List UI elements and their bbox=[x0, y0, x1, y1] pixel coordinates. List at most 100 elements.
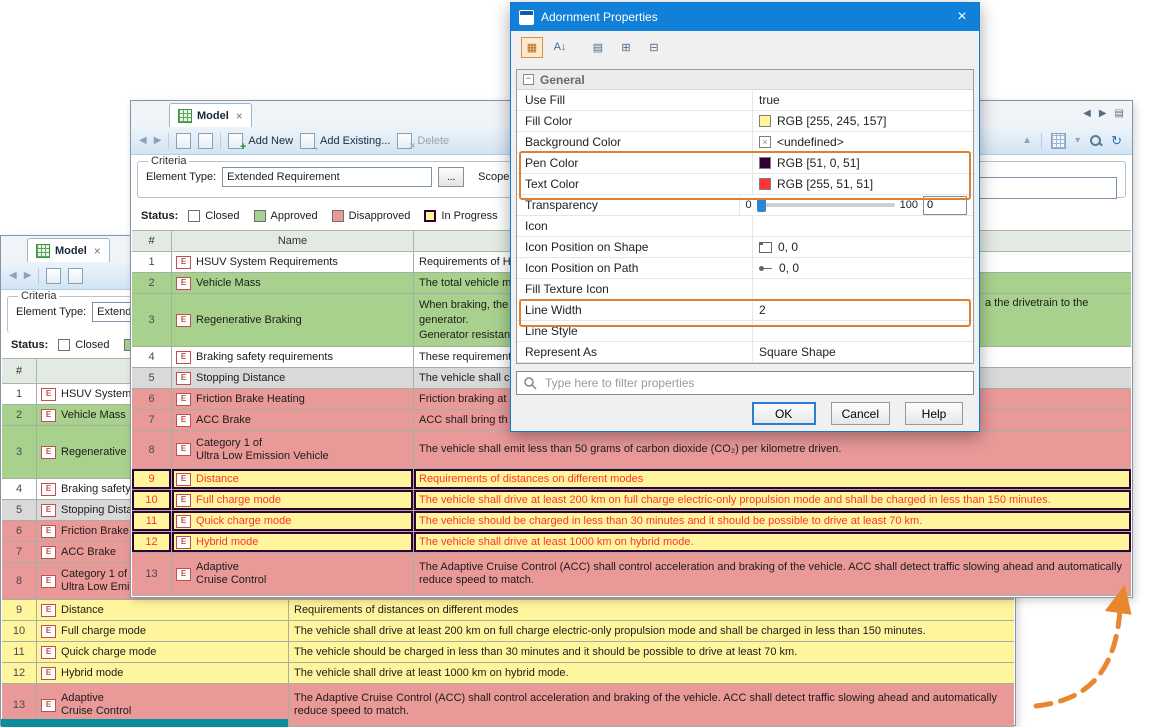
requirement-icon bbox=[176, 372, 191, 385]
sort-alphabetically-icon[interactable]: A↓ bbox=[549, 37, 571, 58]
slider-min-label: 0 bbox=[746, 199, 752, 211]
filter-box bbox=[516, 371, 974, 395]
table-row-adorned[interactable]: 9DistanceRequirements of distances on di… bbox=[132, 469, 1131, 490]
row-number: 4 bbox=[2, 479, 37, 499]
requirement-icon bbox=[41, 575, 56, 588]
slider-thumb[interactable] bbox=[757, 198, 766, 212]
closed-status-checkbox[interactable] bbox=[58, 339, 70, 351]
description-pane-icon[interactable]: ▤ bbox=[587, 37, 609, 58]
number-column-header[interactable]: # bbox=[2, 359, 37, 383]
transparency-slider[interactable] bbox=[757, 203, 895, 207]
table-view-icon[interactable] bbox=[1051, 133, 1066, 149]
help-button[interactable]: Help bbox=[905, 402, 963, 425]
property-row[interactable]: Background Color×<undefined> bbox=[517, 132, 973, 153]
property-row[interactable]: Transparency0100 bbox=[517, 195, 973, 216]
name-column-header[interactable]: Name bbox=[172, 231, 414, 251]
back-icon[interactable]: ◀ bbox=[139, 135, 147, 146]
row-number: 10 bbox=[2, 621, 37, 641]
closed-status-checkbox[interactable] bbox=[188, 210, 200, 222]
dialog-titlebar[interactable]: Adornment Properties × bbox=[511, 3, 979, 31]
collapse-panel-icon[interactable]: ▲ bbox=[1022, 135, 1032, 146]
caret-down-icon[interactable]: ▾ bbox=[1075, 135, 1080, 146]
table-row[interactable]: 11Quick charge modeThe vehicle should be… bbox=[2, 642, 1014, 663]
status-legend-closed: Closed bbox=[58, 339, 109, 351]
row-text: The vehicle should be charged in less th… bbox=[289, 642, 1014, 662]
section-general[interactable]: −General bbox=[517, 70, 973, 90]
row-number: 3 bbox=[132, 294, 172, 346]
report-icon[interactable] bbox=[198, 133, 213, 149]
property-row[interactable]: Line Width2 bbox=[517, 300, 973, 321]
table-row[interactable]: 10Full charge modeThe vehicle shall driv… bbox=[2, 621, 1014, 642]
tab-prev-icon[interactable]: ◀ bbox=[1083, 108, 1091, 119]
property-row[interactable]: Icon Position on Path0, 0 bbox=[517, 258, 973, 279]
table-row-adorned[interactable]: 12Hybrid modeThe vehicle shall drive at … bbox=[132, 532, 1131, 553]
separator bbox=[220, 133, 221, 149]
row-name: Hybrid mode bbox=[37, 663, 289, 683]
table-row[interactable]: 8Category 1 ofUltra Low Emission Vehicle… bbox=[132, 431, 1131, 469]
row-name: Regenerative Braking bbox=[172, 294, 414, 346]
table-row[interactable]: 13AdaptiveCruise ControlThe Adaptive Cru… bbox=[132, 553, 1131, 596]
scope-input[interactable] bbox=[967, 177, 1117, 199]
add-existing-button[interactable]: Add Existing... bbox=[300, 133, 390, 149]
toolbar-right-group: ▲ ▾ ↻ bbox=[1022, 127, 1122, 154]
element-type-input[interactable] bbox=[222, 167, 432, 187]
expand-all-icon[interactable]: ⊞ bbox=[615, 37, 637, 58]
transparency-input[interactable] bbox=[923, 196, 967, 215]
table-row[interactable]: 9DistanceRequirements of distances on di… bbox=[2, 600, 1014, 621]
browse-button[interactable]: ... bbox=[438, 167, 464, 187]
property-row[interactable]: Line Style bbox=[517, 321, 973, 342]
refresh-icon[interactable]: ↻ bbox=[1111, 133, 1122, 149]
tab-next-icon[interactable]: ▶ bbox=[1099, 108, 1107, 119]
ok-button[interactable]: OK bbox=[752, 402, 816, 425]
table-row[interactable]: 12Hybrid modeThe vehicle shall drive at … bbox=[2, 663, 1014, 684]
row-number: 8 bbox=[2, 563, 37, 599]
table-row-adorned[interactable]: 10Full charge modeThe vehicle shall driv… bbox=[132, 490, 1131, 511]
tab-close-icon[interactable]: × bbox=[236, 109, 243, 123]
row-text: The vehicle shall emit less than 50 gram… bbox=[414, 431, 1131, 468]
property-row[interactable]: Fill Texture Icon bbox=[517, 279, 973, 300]
status-label: Status: bbox=[11, 339, 48, 351]
property-row[interactable]: Text ColorRGB [255, 51, 51] bbox=[517, 174, 973, 195]
delete-button[interactable]: Delete bbox=[397, 133, 449, 149]
property-row[interactable]: Pen ColorRGB [51, 0, 51] bbox=[517, 153, 973, 174]
requirement-icon bbox=[176, 277, 191, 290]
property-row[interactable]: Use Filltrue bbox=[517, 90, 973, 111]
back-icon[interactable]: ◀ bbox=[9, 270, 17, 281]
cancel-button[interactable]: Cancel bbox=[831, 402, 890, 425]
inprogress-status-checkbox[interactable] bbox=[424, 210, 436, 222]
search-icon[interactable] bbox=[1089, 134, 1102, 147]
property-row[interactable]: Represent AsSquare Shape bbox=[517, 342, 973, 363]
forward-icon[interactable]: ▶ bbox=[154, 135, 162, 146]
disapproved-status-checkbox[interactable] bbox=[332, 210, 344, 222]
filter-properties-input[interactable] bbox=[543, 375, 967, 391]
property-row[interactable]: Fill ColorRGB [255, 245, 157] bbox=[517, 111, 973, 132]
report-icon[interactable] bbox=[68, 268, 83, 284]
requirement-icon bbox=[41, 504, 56, 517]
adornment-properties-dialog: Adornment Properties × ▦ A↓ ▤ ⊞ ⊟ −Gener… bbox=[510, 2, 980, 432]
property-row[interactable]: Icon bbox=[517, 216, 973, 237]
number-column-header[interactable]: # bbox=[132, 231, 172, 251]
collapse-all-icon[interactable]: ⊟ bbox=[643, 37, 665, 58]
tab-close-icon[interactable]: × bbox=[94, 244, 101, 258]
add-new-button[interactable]: Add New bbox=[228, 133, 293, 149]
forward-icon[interactable]: ▶ bbox=[24, 270, 32, 281]
search-icon bbox=[523, 376, 537, 390]
dialog-buttons: OK Cancel Help bbox=[752, 402, 963, 425]
property-row[interactable]: Icon Position on Shape0, 0 bbox=[517, 237, 973, 258]
requirement-icon bbox=[176, 393, 191, 406]
tab-list-icon[interactable]: ▤ bbox=[1115, 108, 1124, 119]
row-name: Distance bbox=[37, 600, 289, 620]
copy-icon[interactable] bbox=[46, 268, 61, 284]
tab-model[interactable]: Model × bbox=[27, 238, 110, 262]
property-value: 0, 0 bbox=[778, 240, 798, 254]
row-text: Requirements of distances on different m… bbox=[289, 600, 1014, 620]
categorized-view-icon[interactable]: ▦ bbox=[521, 37, 543, 58]
table-row-adorned[interactable]: 11Quick charge modeThe vehicle should be… bbox=[132, 511, 1131, 532]
approved-status-checkbox[interactable] bbox=[254, 210, 266, 222]
collapse-section-icon[interactable]: − bbox=[523, 74, 534, 85]
dialog-close-icon[interactable]: × bbox=[945, 3, 979, 31]
row-number: 5 bbox=[2, 500, 37, 520]
shape-position-icon bbox=[759, 242, 772, 253]
copy-icon[interactable] bbox=[176, 133, 191, 149]
tab-model[interactable]: Model × bbox=[169, 103, 252, 127]
